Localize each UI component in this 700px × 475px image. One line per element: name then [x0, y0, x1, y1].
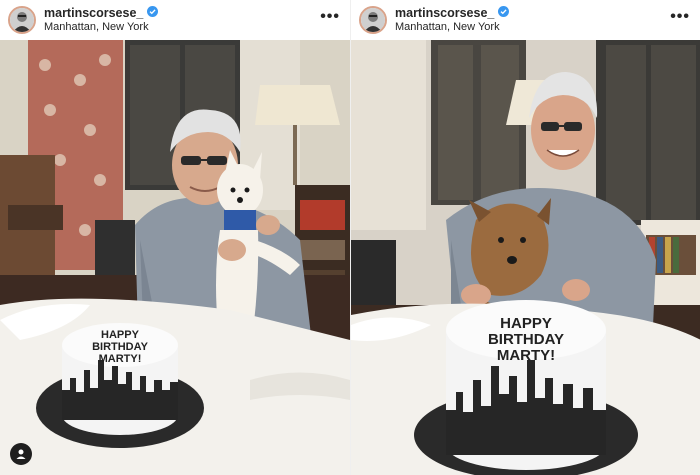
instagram-side-by-side: martinscorsese_ Manhattan, New York ••• [0, 0, 700, 475]
post-photo: HAPPY BIRTHDAY MARTY! [351, 40, 700, 475]
avatar[interactable] [8, 6, 36, 34]
post-left: martinscorsese_ Manhattan, New York ••• [0, 0, 350, 475]
post-header: martinscorsese_ Manhattan, New York ••• [0, 0, 350, 40]
username[interactable]: martinscorsese_ [395, 6, 494, 20]
location-link[interactable]: Manhattan, New York [395, 21, 509, 34]
post-header: martinscorsese_ Manhattan, New York ••• [351, 0, 700, 40]
location-link[interactable]: Manhattan, New York [44, 21, 158, 34]
cake-text-line-2: BIRTHDAY [92, 341, 148, 353]
verified-badge-icon [147, 6, 159, 20]
cake-text-line-3: MARTY! [497, 347, 555, 364]
cake-text-line-1: HAPPY [101, 329, 140, 341]
cake-text-line-3: MARTY! [99, 353, 142, 365]
verified-badge-icon [498, 6, 510, 20]
tagged-user-icon[interactable] [10, 443, 32, 465]
post-right: martinscorsese_ Manhattan, New York ••• [350, 0, 700, 475]
cake-text-line-1: HAPPY [500, 315, 552, 332]
username[interactable]: martinscorsese_ [44, 6, 143, 20]
post-photo: HAPPY BIRTHDAY MARTY! [0, 40, 350, 475]
more-options-icon[interactable]: ••• [320, 8, 340, 26]
cake-text-line-2: BIRTHDAY [488, 331, 564, 348]
more-options-icon[interactable]: ••• [670, 8, 690, 26]
avatar[interactable] [359, 6, 387, 34]
